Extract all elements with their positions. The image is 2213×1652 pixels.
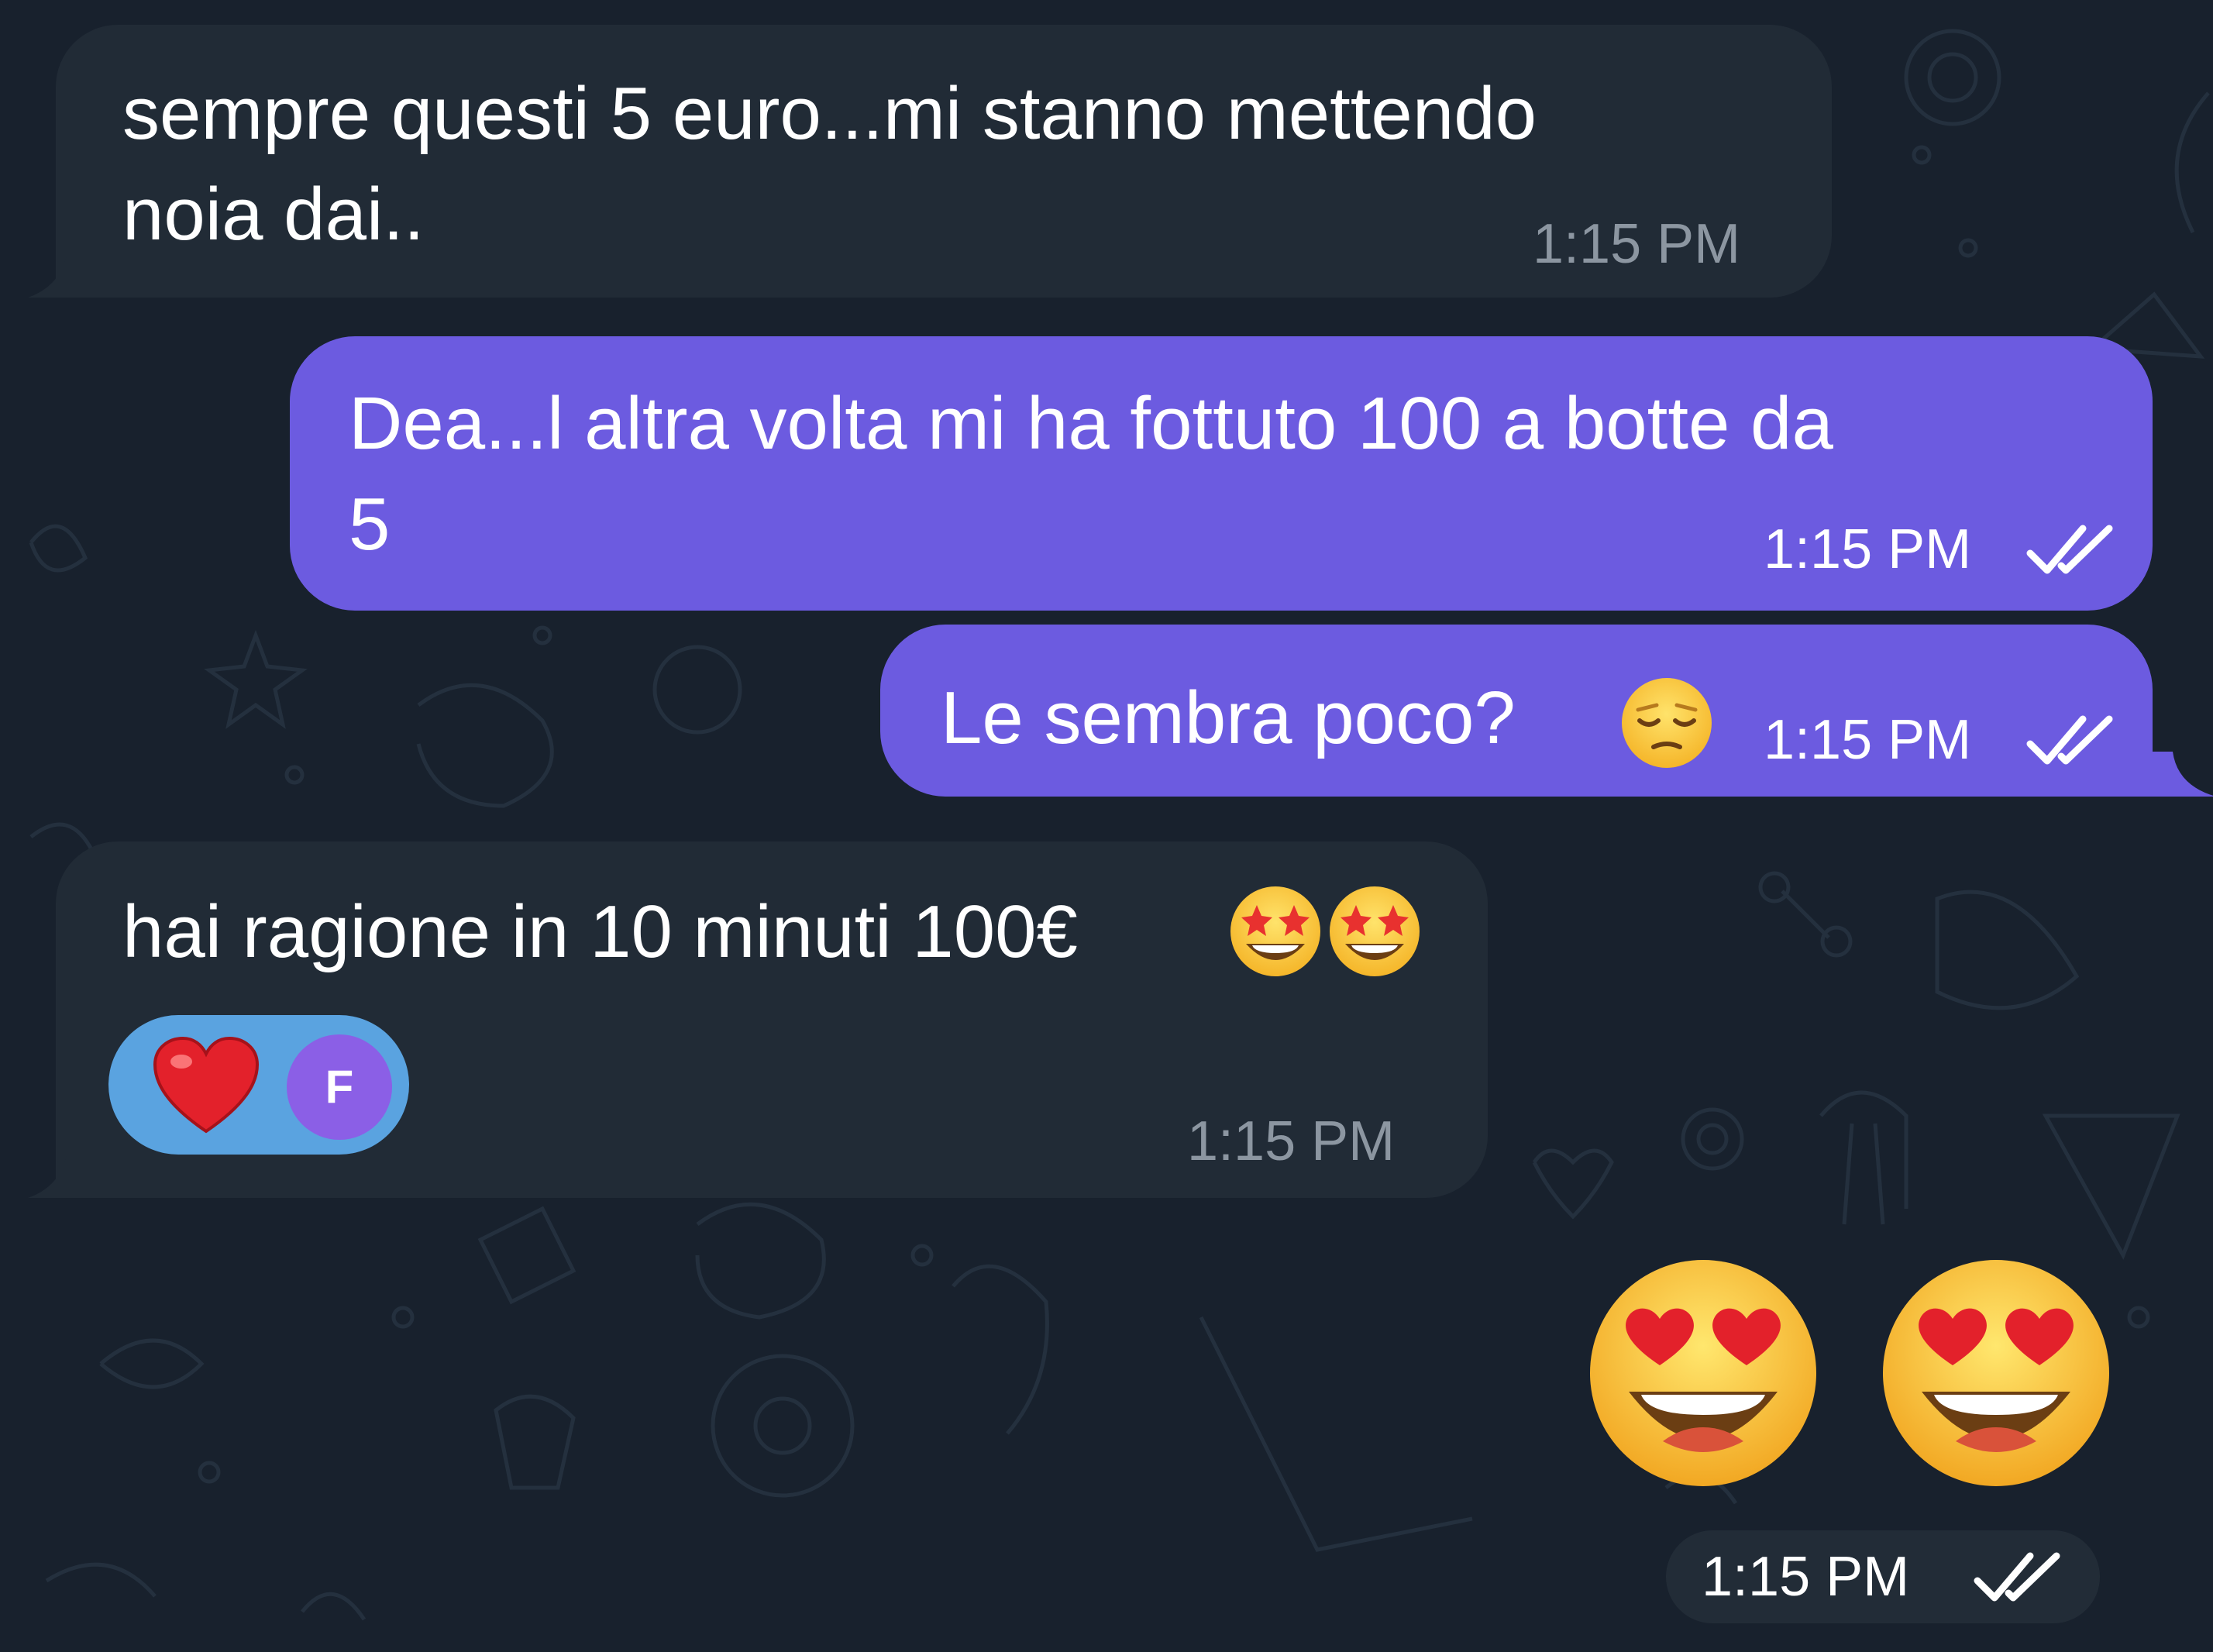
message-text-line: noia dai.. [122, 173, 425, 256]
pensive-face-emoji-icon [1622, 678, 1712, 768]
message-text-line: sempre questi 5 euro...mi stanno mettend… [122, 72, 1537, 155]
star-struck-emoji-icon [1330, 886, 1420, 976]
message-timestamp: 1:15 PM [1764, 518, 1972, 580]
reactor-avatar: F [287, 1034, 392, 1140]
red-heart-icon [153, 1036, 260, 1134]
bubble-tail [28, 256, 90, 298]
heart-eyes-emoji-icon [1590, 1260, 1816, 1486]
star-struck-emoji-icon [1230, 886, 1320, 976]
message-text-line: Dea...l altra volta mi ha fottuto 100 a … [349, 382, 1833, 465]
message-text: Le sembra poco? [941, 676, 1516, 759]
message-timestamp: 1:15 PM [1764, 709, 1972, 771]
double-check-icon [2026, 715, 2113, 765]
message-text: hai ragione in 10 minuti 100€ [122, 890, 1078, 973]
double-check-icon [2026, 525, 2113, 574]
double-check-icon [1974, 1552, 2060, 1602]
heart-eyes-emoji-icon [1883, 1260, 2109, 1486]
message-timestamp: 1:15 PM [1187, 1110, 1396, 1172]
message-timestamp: 1:15 PM [1533, 213, 1741, 275]
bubble-tail [28, 1156, 90, 1198]
message-timestamp: 1:15 PM [1702, 1546, 1910, 1608]
bubble-tail [2146, 752, 2213, 797]
message-text-line: 5 [349, 483, 391, 566]
